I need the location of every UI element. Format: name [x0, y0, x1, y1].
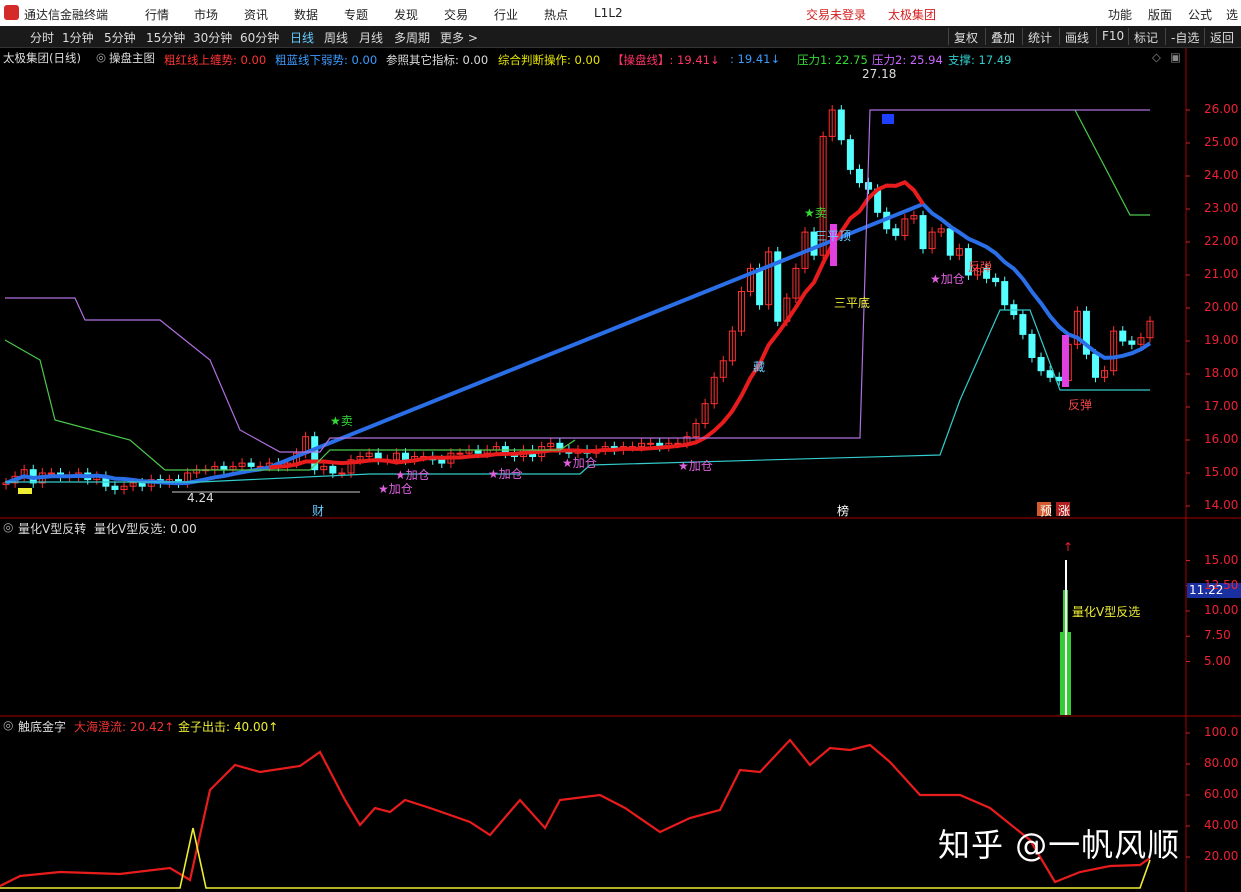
v-bar-3 — [1065, 560, 1067, 715]
current-value: 11.22 — [1189, 583, 1224, 597]
candle-body — [338, 472, 346, 475]
candle-body — [837, 109, 845, 141]
candle-body — [992, 277, 1000, 283]
third-bottom-label: 三平底 — [834, 296, 871, 310]
price-axis-label: 17.00 — [1204, 399, 1239, 413]
add-position-marker: ★加仓 — [930, 272, 965, 286]
mid-axis-label: 10.00 — [1204, 603, 1239, 617]
pressure1-line — [4, 339, 576, 471]
sell-marker: ★卖 — [804, 206, 827, 220]
hidden-label: 藏 — [753, 360, 766, 374]
candle-body — [438, 459, 446, 464]
yellow-marker — [18, 488, 32, 494]
candle-body — [865, 182, 873, 190]
price-axis-label: 16.00 — [1204, 432, 1239, 446]
candle-body — [247, 462, 255, 467]
candle-body — [1119, 330, 1127, 342]
price-axis-label: 15.00 — [1204, 465, 1239, 479]
bang-label: 榜 — [837, 504, 850, 518]
candle-body — [111, 485, 119, 491]
candle-body — [1001, 281, 1009, 306]
price-axis-label: 26.00 — [1204, 102, 1239, 116]
v-arrow-icon: ↑ — [1063, 540, 1074, 554]
add-position-marker: ★加仓 — [395, 468, 430, 482]
mid-panel-value: 量化V型反选: 0.00 — [94, 522, 197, 536]
price-axis-label: 18.00 — [1204, 366, 1239, 380]
candle-body — [647, 442, 655, 445]
mid-axis-label: 15.00 — [1204, 552, 1239, 567]
big-sea-value: 大海澄流: 20.42↑ — [74, 720, 175, 734]
candle-body — [1037, 357, 1045, 372]
candle-body — [329, 465, 337, 474]
cai-label: 财 — [312, 504, 325, 518]
v-bar-1 — [1060, 632, 1063, 715]
candle-body — [220, 465, 228, 471]
high-label: 27.18 — [862, 67, 897, 81]
bottom-axis-label: 80.00 — [1204, 756, 1239, 770]
blue-marker — [882, 114, 894, 124]
price-axis-label: 25.00 — [1204, 135, 1239, 149]
bottom-axis-label: 20.00 — [1204, 849, 1239, 863]
candles-group — [2, 105, 1154, 495]
v-bar-4 — [1068, 632, 1071, 715]
candle-body — [892, 228, 900, 236]
add-position-marker: ★加仓 — [562, 456, 597, 470]
bottom-axis-label: 60.00 — [1204, 787, 1239, 801]
low-label: 4.24 — [187, 491, 214, 505]
candle-body — [401, 452, 409, 461]
candle-body — [1019, 314, 1027, 335]
candle-body — [47, 472, 55, 475]
candle-body — [1128, 340, 1136, 345]
add-position-marker: ★加仓 — [678, 459, 713, 473]
rebound-label: 反弹 — [968, 260, 993, 274]
bottom-axis-label: 100.0 — [1204, 725, 1239, 739]
candle-body — [456, 452, 464, 455]
candle-body — [946, 228, 954, 256]
price-axis-label: 22.00 — [1204, 234, 1239, 248]
mid-panel-title: 量化V型反转 — [18, 522, 87, 536]
watermark: 知乎 @一帆风顺 — [938, 826, 1181, 864]
price-axis-label: 20.00 — [1204, 300, 1239, 314]
mid-series-label: 量化V型反选 — [1072, 605, 1141, 619]
bottom-axis-label: 40.00 — [1204, 818, 1239, 832]
candle-body — [138, 482, 146, 487]
candle-body — [1055, 376, 1063, 382]
gold-out-value: 金子出击: 40.00↑ — [178, 720, 279, 734]
sell-marker-2: ★卖 — [330, 414, 353, 428]
ma-red-line — [269, 179, 925, 470]
price-axis-label: 24.00 — [1204, 168, 1239, 182]
candle-body — [846, 139, 854, 170]
yu-label: 预 — [1040, 504, 1053, 518]
price-axis-label: 21.00 — [1204, 267, 1239, 281]
bottom-collapse-icon: ◎ — [3, 718, 14, 732]
third-top-label: 三平顶 — [815, 229, 852, 243]
price-axis-label: 19.00 — [1204, 333, 1239, 347]
magenta-bar-2 — [1062, 335, 1069, 387]
mid-collapse-icon: ◎ — [3, 520, 14, 534]
chart-canvas[interactable] — [0, 0, 1241, 892]
ma-blue-line — [5, 201, 1152, 486]
mid-axis-label: 7.50 — [1204, 628, 1231, 643]
zhang-label: 涨 — [1058, 504, 1071, 518]
pressure2-line — [5, 109, 1150, 453]
rebound-label-2: 反弹 — [1068, 398, 1093, 412]
bottom-panel-title: 触底金字 — [18, 720, 67, 734]
candle-body — [1046, 370, 1054, 378]
candle-body — [756, 267, 764, 306]
candle-body — [1092, 353, 1100, 378]
pressure1-line-right — [1074, 109, 1150, 216]
add-position-marker: ★加仓 — [488, 467, 523, 481]
candle-body — [1028, 333, 1036, 358]
price-axis-label: 23.00 — [1204, 201, 1239, 215]
price-axis-label: 14.00 — [1204, 498, 1239, 512]
candle-body — [855, 168, 863, 184]
candle-body — [919, 215, 927, 250]
mid-axis-label: 5.00 — [1204, 653, 1231, 668]
